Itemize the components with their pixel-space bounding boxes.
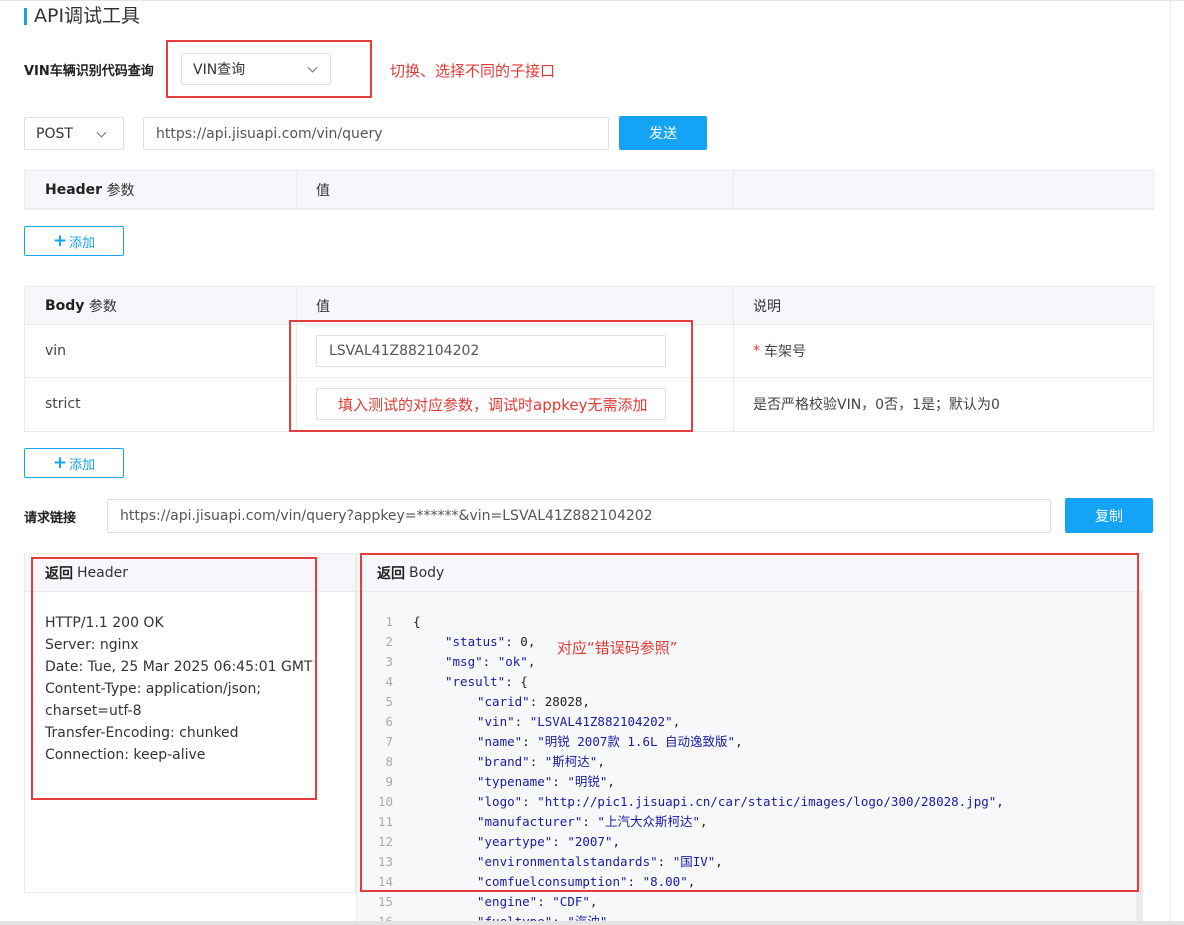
send-button[interactable]: 发送 [619, 116, 707, 150]
horizontal-scrollbar[interactable] [0, 921, 1184, 925]
plus-icon: + [52, 453, 68, 473]
url-input[interactable]: https://api.jisuapi.com/vin/query [143, 117, 609, 150]
annotation-box-selector [166, 40, 372, 98]
chevron-down-icon [96, 127, 107, 138]
header-params-thead: Header 参数 值 [25, 171, 1153, 209]
top-divider [0, 0, 1184, 1]
header-col-value: 值 [316, 183, 330, 199]
param-name: strict [45, 396, 81, 412]
header-col-name: Header 参数 [45, 182, 135, 199]
header-params-table: Header 参数 值 [24, 170, 1154, 210]
json-colon: : [537, 894, 553, 909]
code-line: 15 "engine": "CDF", [357, 892, 1137, 912]
api-name-label: VIN车辆识别代码查询 [24, 64, 154, 79]
code-text: "engine": "CDF", [477, 892, 597, 912]
required-mark: * [753, 343, 760, 359]
param-desc: 是否严格校验VIN，0否，1是；默认为0 [753, 397, 1000, 413]
method-select-value: POST [36, 125, 73, 142]
param-desc: * 车架号 [753, 343, 806, 360]
column-divider [296, 171, 297, 209]
plus-icon: + [52, 231, 68, 251]
annotation-box-resp-header [31, 557, 317, 800]
body-col-desc: 说明 [753, 299, 781, 315]
request-link-input[interactable]: https://api.jisuapi.com/vin/query?appkey… [107, 499, 1051, 533]
scroll-track[interactable] [1170, 0, 1171, 925]
annotation-box-resp-body [360, 553, 1139, 892]
page-title: API调试工具 [34, 5, 141, 27]
param-name: vin [45, 343, 67, 359]
method-select[interactable]: POST [24, 117, 124, 150]
column-divider [733, 171, 734, 209]
title-accent-bar [24, 8, 27, 25]
copy-button[interactable]: 复制 [1065, 498, 1153, 533]
annotation-params-note: 填入测试的对应参数，调试时appkey无需添加 [338, 396, 648, 414]
annotation-selector-note: 切换、选择不同的子接口 [390, 62, 556, 80]
line-number: 15 [377, 894, 393, 909]
annotation-box-params [289, 320, 693, 432]
request-link-label: 请求链接 [24, 511, 77, 526]
body-col-name: Body 参数 [45, 298, 117, 315]
json-key: "engine" [477, 894, 538, 909]
add-header-param-button[interactable]: + 添加 [24, 226, 124, 256]
json-punct: , [589, 894, 598, 909]
add-body-param-button[interactable]: + 添加 [24, 448, 124, 478]
annotation-body-note: 对应“错误码参照” [557, 639, 678, 657]
json-value: "CDF" [552, 894, 590, 909]
